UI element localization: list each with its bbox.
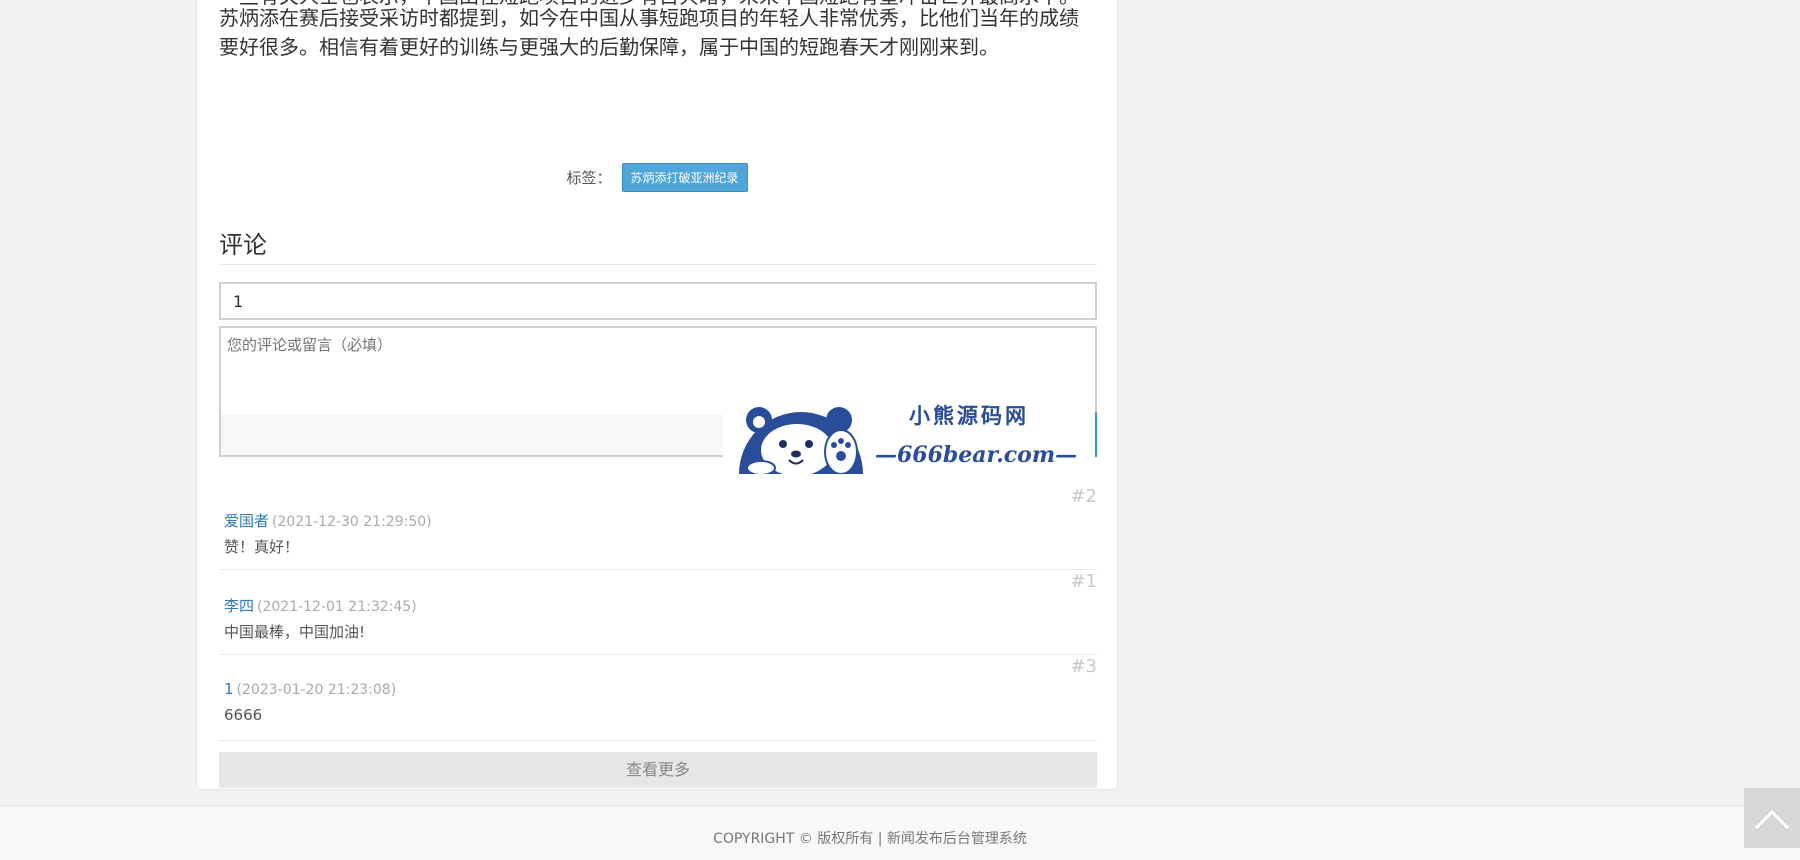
bear-logo-icon xyxy=(739,407,863,474)
comment-time: (2021-12-01 21:32:45) xyxy=(257,599,417,615)
comment-item: #1 李四 (2021-12-01 21:32:45) 中国最棒，中国加油! xyxy=(219,571,1097,655)
comment-author[interactable]: 爱国者 xyxy=(224,512,269,530)
chevron-up-icon xyxy=(1754,809,1790,830)
comment-meta: 爱国者 (2021-12-30 21:29:50) xyxy=(224,510,432,531)
comment-time: (2023-01-20 21:23:08) xyxy=(236,682,397,698)
comment-author[interactable]: 1 xyxy=(224,680,234,698)
comment-time: (2021-12-30 21:29:50) xyxy=(272,514,432,530)
comment-body: 6666 xyxy=(224,706,263,724)
comment-meta: 李四 (2021-12-01 21:32:45) xyxy=(224,595,417,616)
tag-label: 标签： xyxy=(566,169,612,187)
watermark-logo: 小熊源码网 —666bear.com— xyxy=(723,386,1095,480)
footer-copyright: COPYRIGHT © 版权所有 | 新闻发布后台管理系统 xyxy=(713,831,1027,847)
article-panel: 一些有关人士也表示，中国田径短跑项目的进步有目共睹，未来中国短跑有望冲击世界最高… xyxy=(196,0,1118,790)
comment-item: #3 1 (2023-01-20 21:23:08) 6666 xyxy=(219,656,1097,741)
article-paragraph-line-2: 要好很多。相信有着更好的训练与更强大的后勤保障，属于中国的短跑春天才刚刚来到。 xyxy=(219,35,999,59)
article-cut-line: 一些有关人士也表示，中国田径短跑项目的进步有目共睹，未来中国短跑有望冲击世界最高… xyxy=(219,0,1097,11)
comment-item: #2 爱国者 (2021-12-30 21:29:50) 赞！真好！ xyxy=(219,486,1097,570)
tag-list: 标签： 苏炳添打破亚洲纪录 xyxy=(197,163,1117,192)
comment-body: 赞！真好！ xyxy=(224,538,300,556)
divider xyxy=(219,264,1097,265)
back-to-top-button[interactable] xyxy=(1744,788,1800,848)
comment-floor: #2 xyxy=(1070,486,1097,507)
tag-item[interactable]: 苏炳添打破亚洲纪录 xyxy=(621,163,748,192)
footer: COPYRIGHT © 版权所有 | 新闻发布后台管理系统 xyxy=(0,805,1800,860)
watermark-url: —666bear.com— xyxy=(875,442,1078,468)
name-input[interactable] xyxy=(219,282,1097,320)
watermark-title: 小熊源码网 xyxy=(909,403,1029,428)
comment-meta: 1 (2023-01-20 21:23:08) xyxy=(224,680,396,698)
load-more-button[interactable]: 查看更多 xyxy=(219,752,1097,788)
comments-title: 评论 xyxy=(219,231,267,259)
comment-floor: #1 xyxy=(1070,571,1097,592)
comment-floor: #3 xyxy=(1070,656,1097,677)
comment-author[interactable]: 李四 xyxy=(224,597,254,615)
comment-body: 中国最棒，中国加油! xyxy=(224,623,366,641)
article-text: 一些有关人士也表示，中国田径短跑项目的进步有目共睹，未来中国短跑有望冲击世界最高… xyxy=(219,0,1097,62)
